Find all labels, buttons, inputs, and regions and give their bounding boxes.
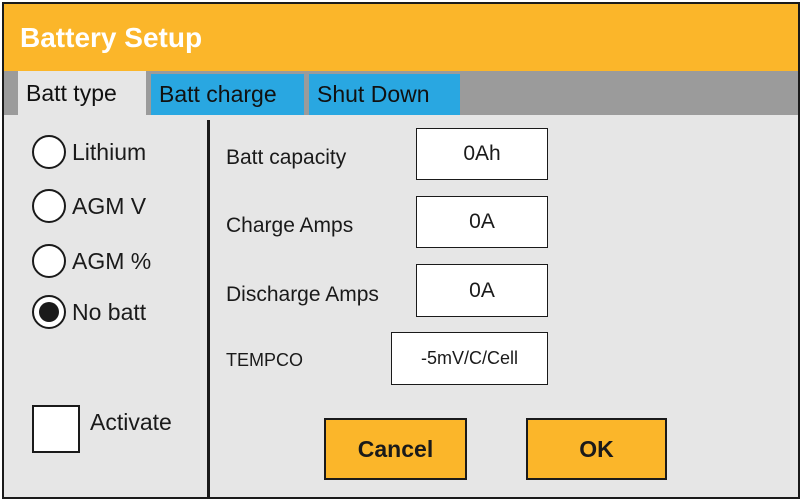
radio-label-no-batt: No batt (72, 298, 147, 325)
radio-label-agm-v: AGM V (72, 192, 147, 219)
panel-divider (207, 120, 210, 497)
tab-shut-down[interactable]: Shut Down (309, 74, 460, 115)
charge-amps-label: Charge Amps (226, 214, 354, 237)
radio-label-agm-percent: AGM % (72, 247, 152, 274)
batt-type-panel: Lithium AGM V AGM % No batt Activate Bat… (4, 115, 798, 497)
radio-button-lithium[interactable] (32, 135, 66, 169)
window-title: Battery Setup (4, 4, 798, 71)
radio-no-batt[interactable]: No batt (32, 292, 146, 332)
tempco-label: TEMPCO (226, 350, 304, 370)
tab-bar: Batt type Batt charge Shut Down (4, 71, 798, 115)
ok-button[interactable]: OK (526, 418, 667, 480)
discharge-amps-label: Discharge Amps (226, 283, 379, 306)
batt-capacity-field[interactable]: 0Ah (416, 128, 548, 180)
tab-batt-type[interactable]: Batt type (18, 71, 146, 115)
radio-label-lithium: Lithium (72, 138, 147, 165)
radio-button-agm-v[interactable] (32, 189, 66, 223)
batt-capacity-label: Batt capacity (226, 146, 347, 169)
radio-agm-v[interactable]: AGM V (32, 186, 146, 226)
battery-setup-window: Battery Setup Batt type Batt charge Shut… (2, 2, 800, 499)
charge-amps-field[interactable]: 0A (416, 196, 548, 248)
activate-checkbox[interactable] (32, 405, 80, 453)
radio-agm-percent[interactable]: AGM % (32, 241, 151, 281)
activate-option[interactable]: Activate (32, 405, 172, 453)
cancel-button[interactable]: Cancel (324, 418, 467, 480)
tempco-field[interactable]: -5mV/C/Cell (391, 332, 548, 385)
radio-button-agm-percent[interactable] (32, 244, 66, 278)
radio-button-no-batt[interactable] (32, 295, 66, 329)
discharge-amps-field[interactable]: 0A (416, 264, 548, 317)
radio-lithium[interactable]: Lithium (32, 132, 146, 172)
tab-batt-charge[interactable]: Batt charge (151, 74, 304, 115)
activate-label: Activate (90, 408, 172, 435)
